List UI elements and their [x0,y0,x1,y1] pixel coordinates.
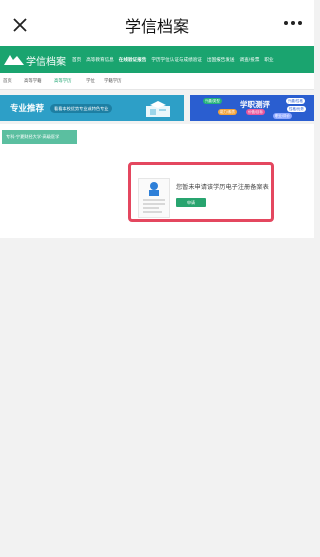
card-title: 您暂未申请该学历电子注册备案表 [176,184,269,191]
banner-major-recommend[interactable]: 专业推荐 看看本校优势专业或特色专业 [0,95,184,121]
subnav-item[interactable]: 首页 [3,78,12,84]
nav-item[interactable]: 出国报告发送 [207,47,235,73]
nav-item[interactable]: 学历学位认证与成绩验证 [151,47,202,73]
nav-item[interactable]: 职业 [264,47,273,73]
chip: 价值/目标 [246,109,265,115]
registration-card: 您暂未申请该学历电子注册备案表 申请 [128,162,274,222]
banner-subtitle: 看看本校优势专业或特色专业 [50,104,113,113]
nav-item[interactable]: 调查/投票 [239,47,259,73]
content-panel: 专科-宁夏财经大学-高级医学 您暂未申请该学历电子注册备案表 申请 [0,124,314,238]
main-nav: 学信档案 首页 高等教育信息 在线验证报告 学历学位认证与成绩验证 出国报告发送 调查/投… [0,46,314,73]
chip: 职业/评价 [273,113,292,119]
subnav-item[interactable]: 学位 [86,78,95,84]
major-tag[interactable]: 专科-宁夏财经大学-高级医学 [2,130,77,144]
banner-title: 专业推荐 [10,104,45,114]
subnav-item[interactable]: 高等学籍 [24,78,42,84]
page-title: 学信档案 [124,17,189,36]
logo-text: 学信档案 [26,57,66,68]
chip: 能力/素质 [218,109,237,115]
banner-career-test[interactable]: 学职测评 兴趣/类型 能力/素质 兴趣/性格 价值/目标 性格/优势 职业/评价 [190,95,314,121]
sub-nav: 首页 高等学籍 高等学历 学位 学籍学历 [0,73,314,90]
logo-icon [4,55,24,65]
document-icon [138,178,170,218]
subnav-item[interactable]: 学籍学历 [104,78,122,84]
chip: 兴趣/类型 [203,98,222,104]
nav-item[interactable]: 在线验证报告 [119,47,147,73]
chip: 性格/优势 [287,106,306,112]
apply-button[interactable]: 申请 [176,198,206,207]
logo[interactable]: 学信档案 [3,52,66,68]
nav-item[interactable]: 首页 [72,47,81,73]
chip: 兴趣/性格 [286,98,305,104]
more-icon[interactable] [284,21,302,27]
subnav-item[interactable]: 高等学历 [54,78,72,84]
nav-item[interactable]: 高等教育信息 [86,47,114,73]
title-bar: 学信档案 [0,0,314,46]
graduation-cap-icon [146,101,170,117]
nav-items: 首页 高等教育信息 在线验证报告 学历学位认证与成绩验证 出国报告发送 调查/投票 职业 [72,46,279,73]
